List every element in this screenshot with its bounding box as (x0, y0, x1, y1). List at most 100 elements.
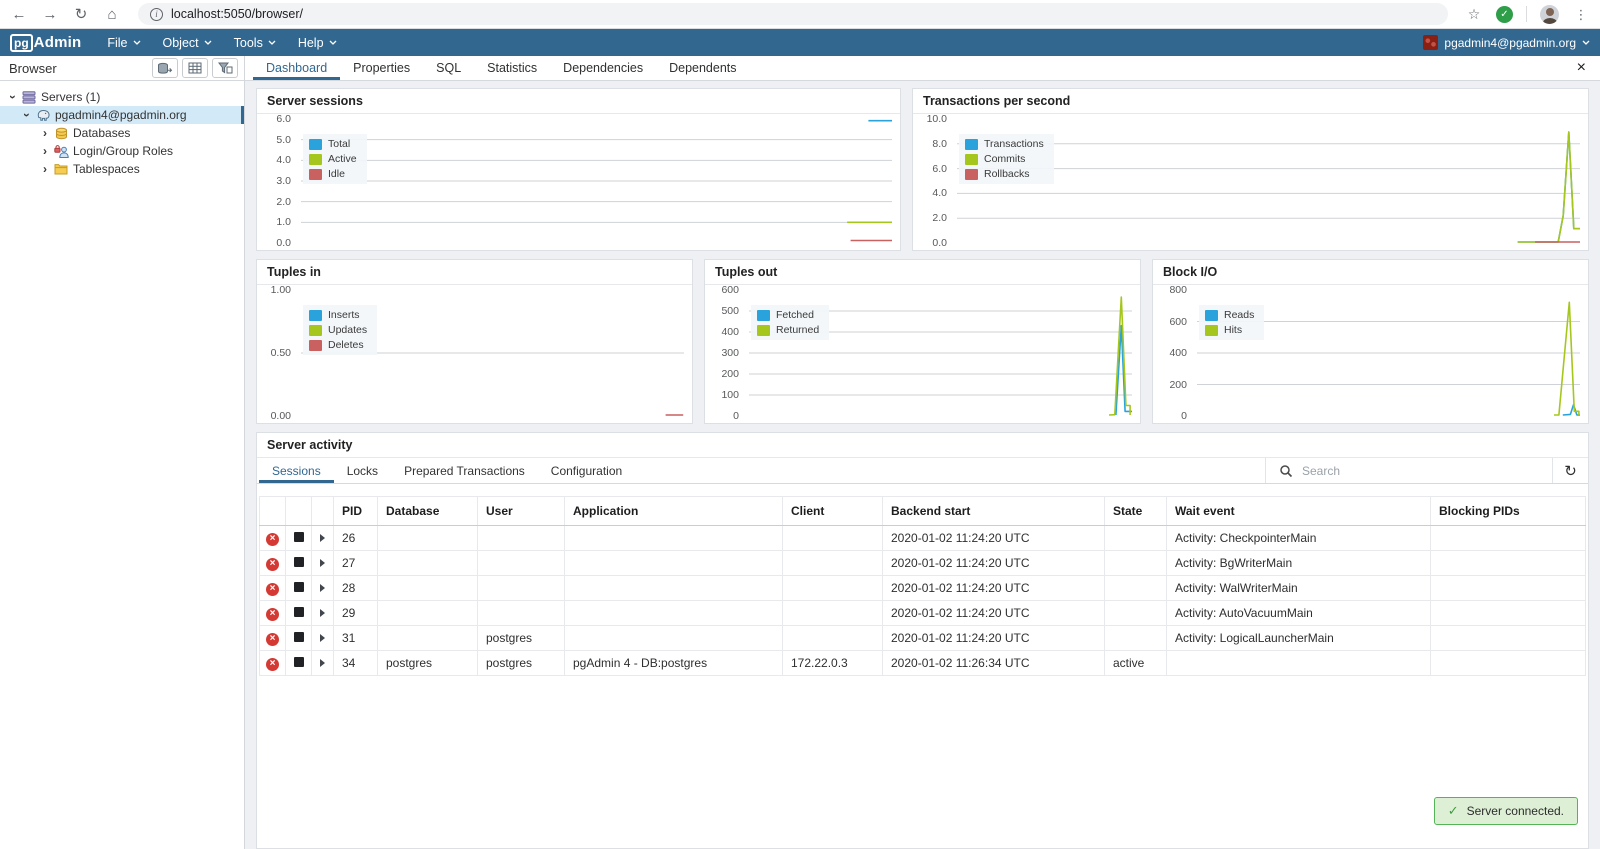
home-icon[interactable]: ⌂ (103, 7, 121, 22)
menu-file[interactable]: File (107, 36, 140, 50)
logo-admin-text: Admin (33, 34, 82, 51)
column-header[interactable]: State (1104, 496, 1167, 526)
tab-properties[interactable]: Properties (340, 56, 423, 80)
forward-icon[interactable]: → (41, 7, 59, 22)
browser-profile-avatar[interactable] (1540, 4, 1559, 24)
expand-chevron-icon[interactable]: › (38, 144, 52, 158)
cancel-session-button[interactable]: × (266, 533, 279, 546)
chart-legend: Transactions Commits Rollbacks (959, 134, 1054, 184)
column-header[interactable] (259, 496, 286, 526)
search-input[interactable] (1302, 463, 1552, 478)
cancel-session-button[interactable]: × (266, 658, 279, 671)
collapse-chevron-icon[interactable]: › (6, 90, 20, 104)
session-row: × 28 2020-01-02 11:24:20 UTC Activity: WalW… (259, 575, 1586, 601)
terminate-session-button[interactable] (293, 532, 304, 542)
column-header[interactable]: Client (782, 496, 883, 526)
collapse-chevron-icon[interactable]: › (20, 108, 34, 122)
dashboard: Server sessions 6.0 5.0 4.0 3.0 2.0 1.0 0.0 To… (245, 81, 1600, 849)
server-connected-toast[interactable]: ✓ Server connected. (1433, 797, 1578, 825)
cell-blocking-pids (1430, 650, 1586, 676)
bookmark-star-icon[interactable]: ☆ (1465, 7, 1483, 21)
user-menu[interactable]: pgadmin4@pgadmin.org (1423, 35, 1590, 50)
legend-swatch-icon (1205, 309, 1218, 321)
icon-cell (311, 575, 334, 601)
y-axis-labels: 600 500 400 300 200 100 0 (705, 284, 745, 422)
tab-statistics[interactable]: Statistics (474, 56, 550, 80)
y-axis-tick: 600 (721, 284, 739, 296)
refresh-button[interactable]: ↻ (1552, 458, 1588, 483)
expand-row-button[interactable] (320, 634, 325, 642)
y-axis-tick: 0.50 (270, 347, 291, 359)
column-header[interactable] (285, 496, 312, 526)
column-header[interactable]: PID (333, 496, 378, 526)
activity-tab-configuration[interactable]: Configuration (538, 458, 635, 483)
cell-database (377, 600, 478, 626)
column-header[interactable]: Database (377, 496, 478, 526)
close-panel-icon[interactable]: × (1577, 60, 1586, 76)
tree-item-databases[interactable]: › Databases (0, 124, 244, 142)
cell-pid: 31 (333, 625, 378, 651)
activity-tab-prepared-transactions[interactable]: Prepared Transactions (391, 458, 538, 483)
expand-chevron-icon[interactable]: › (38, 126, 52, 140)
filter-table-button[interactable] (212, 58, 238, 78)
server-activity-panel: Server activity Sessions Locks Prepared … (256, 432, 1589, 849)
stacked-database-icon (158, 62, 173, 74)
activity-tab-sessions[interactable]: Sessions (259, 458, 334, 483)
grid-button[interactable] (182, 58, 208, 78)
column-header[interactable]: User (477, 496, 565, 526)
tab-dashboard[interactable]: Dashboard (253, 56, 340, 80)
tab-dependencies[interactable]: Dependencies (550, 56, 656, 80)
column-header[interactable]: Backend start (882, 496, 1105, 526)
terminate-session-button[interactable] (293, 607, 304, 617)
extension-icon[interactable]: ✓ (1496, 5, 1513, 23)
column-header[interactable]: Application (564, 496, 783, 526)
menu-help[interactable]: Help (298, 36, 337, 50)
expand-row-button[interactable] (320, 659, 325, 667)
cancel-session-button[interactable]: × (266, 633, 279, 646)
y-axis-tick: 500 (721, 305, 739, 317)
expand-chevron-icon[interactable]: › (38, 162, 52, 176)
terminate-session-button[interactable] (293, 582, 304, 592)
terminate-session-button[interactable] (293, 557, 304, 567)
expand-row-button[interactable] (320, 559, 325, 567)
address-bar[interactable]: i localhost:5050/browser/ (138, 3, 1448, 25)
sidebar-toolbar (152, 58, 238, 78)
menu-object[interactable]: Object (163, 36, 212, 50)
legend-item: Transactions (965, 138, 1044, 150)
tab-sql[interactable]: SQL (423, 56, 474, 80)
pgadmin-logo[interactable]: pg Admin (10, 33, 82, 52)
browser-menu-icon[interactable]: ⋮ (1572, 8, 1590, 21)
tree-item-pgadmin4-server[interactable]: › pgadmin4@pgadmin.org (0, 106, 244, 124)
expand-row-button[interactable] (320, 609, 325, 617)
activity-tab-locks[interactable]: Locks (334, 458, 391, 483)
stacked-database-button[interactable] (152, 58, 178, 78)
site-info-icon[interactable]: i (150, 7, 163, 21)
column-header[interactable]: Blocking PIDs (1430, 496, 1586, 526)
y-axis-tick: 2.0 (276, 195, 291, 208)
y-axis-tick: 1.0 (276, 216, 291, 229)
chart-legend: Fetched Returned (751, 305, 830, 340)
reload-icon[interactable]: ↻ (72, 7, 90, 22)
tree-item-servers[interactable]: › Servers (1) (0, 88, 244, 106)
y-axis-tick: 10.0 (926, 113, 947, 125)
column-header[interactable] (311, 496, 334, 526)
menu-tools[interactable]: Tools (234, 36, 276, 50)
cancel-session-button[interactable]: × (266, 583, 279, 596)
icon-cell (311, 600, 334, 626)
cancel-session-button[interactable]: × (266, 558, 279, 571)
tree-item-login-group-roles[interactable]: › Login/Group Roles (0, 142, 244, 160)
y-axis-tick: 5.0 (276, 133, 291, 146)
terminate-session-button[interactable] (293, 632, 304, 642)
cancel-session-button[interactable]: × (266, 608, 279, 621)
tab-dependents[interactable]: Dependents (656, 56, 749, 80)
legend-item: Active (309, 153, 357, 165)
icon-cell (311, 550, 334, 576)
column-header[interactable]: Wait event (1166, 496, 1431, 526)
expand-row-button[interactable] (320, 584, 325, 592)
terminate-session-button[interactable] (293, 657, 304, 667)
sidebar: Browser › Servers (1) › pgadmin4@pgadmin… (0, 56, 245, 849)
back-icon[interactable]: ← (10, 7, 28, 22)
tree-item-tablespaces[interactable]: › Tablespaces (0, 160, 244, 178)
expand-row-button[interactable] (320, 534, 325, 542)
logo-pg-badge: pg (10, 33, 33, 52)
